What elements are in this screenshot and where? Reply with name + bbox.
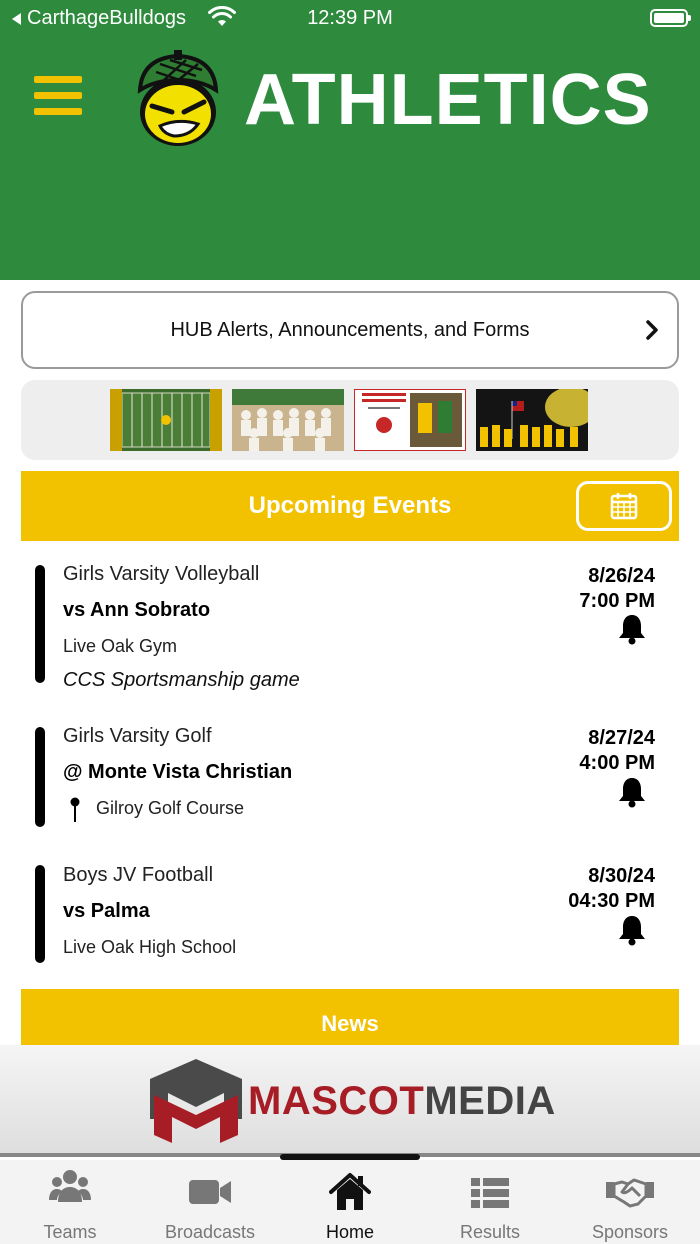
photo-team-entrance[interactable] bbox=[476, 389, 588, 451]
event-item[interactable]: Boys JV Football vs Palma Live Oak High … bbox=[21, 857, 679, 982]
status-time: 12:39 PM bbox=[307, 7, 393, 29]
photo-player-of-the-week[interactable] bbox=[354, 389, 466, 451]
hub-alerts-button[interactable]: HUB Alerts, Announcements, and Forms bbox=[21, 291, 679, 369]
tab-label: Sponsors bbox=[591, 1222, 669, 1242]
bell-icon[interactable] bbox=[617, 776, 647, 808]
calendar-icon bbox=[610, 493, 638, 520]
event-opponent: @ Monte Vista Christian bbox=[63, 761, 293, 783]
list-icon bbox=[471, 1178, 509, 1208]
photo-volleyball-team[interactable] bbox=[232, 389, 344, 451]
tab-label: Results bbox=[459, 1222, 521, 1242]
calendar-button[interactable] bbox=[576, 481, 672, 531]
status-bar: CarthageBulldogs 12:39 PM bbox=[0, 0, 700, 36]
event-opponent: vs Ann Sobrato bbox=[63, 599, 211, 621]
mascot-media-logo-icon bbox=[150, 1059, 242, 1143]
video-camera-icon bbox=[189, 1180, 231, 1204]
tab-home[interactable]: Home bbox=[280, 1160, 420, 1244]
bell-icon[interactable] bbox=[617, 613, 647, 645]
sponsor-brand: MASCOTMEDIA bbox=[248, 1079, 556, 1124]
tab-label: Broadcasts bbox=[164, 1222, 256, 1242]
event-item[interactable]: Girls Varsity Volleyball vs Ann Sobrato … bbox=[21, 555, 679, 705]
event-venue: Live Oak Gym bbox=[63, 636, 178, 656]
event-date: 8/30/24 bbox=[588, 865, 655, 887]
sponsor-brand-part2: MEDIA bbox=[424, 1079, 556, 1123]
event-opponent: vs Palma bbox=[63, 900, 150, 922]
app-root: CarthageBulldogs 12:39 PM ATHLETICS HUB … bbox=[0, 0, 700, 1244]
event-accent-bar bbox=[35, 727, 45, 827]
event-venue: Live Oak High School bbox=[63, 937, 237, 957]
sponsor-brand-part1: MASCOT bbox=[248, 1079, 425, 1123]
bell-icon[interactable] bbox=[617, 914, 647, 946]
header: CarthageBulldogs 12:39 PM ATHLETICS bbox=[0, 0, 700, 280]
sponsor-banner[interactable]: MASCOTMEDIA bbox=[0, 1045, 700, 1157]
photo-football-field[interactable] bbox=[110, 389, 222, 451]
home-icon bbox=[329, 1173, 371, 1210]
tab-sponsors[interactable]: Sponsors bbox=[560, 1160, 700, 1244]
tab-bar: Teams Broadcasts Home Results Sponsors bbox=[0, 1160, 700, 1244]
event-venue: Gilroy Golf Course bbox=[96, 798, 245, 818]
news-header: News bbox=[21, 989, 679, 1045]
tab-label: Teams bbox=[43, 1222, 97, 1242]
battery-icon bbox=[650, 9, 691, 27]
tab-teams[interactable]: Teams bbox=[0, 1160, 140, 1244]
tab-results[interactable]: Results bbox=[420, 1160, 560, 1244]
news-title: News bbox=[321, 1011, 379, 1036]
event-sport: Girls Varsity Volleyball bbox=[63, 563, 260, 585]
event-date: 8/27/24 bbox=[588, 727, 655, 749]
tab-label: Home bbox=[325, 1222, 374, 1242]
photo-carousel[interactable] bbox=[21, 380, 679, 460]
upcoming-events-header: Upcoming Events bbox=[21, 471, 679, 541]
tab-broadcasts[interactable]: Broadcasts bbox=[140, 1160, 280, 1244]
hamburger-menu-icon[interactable] bbox=[34, 76, 82, 118]
handshake-icon bbox=[606, 1178, 654, 1208]
event-datetime: 8/30/24 04:30 PM bbox=[568, 864, 655, 914]
users-icon bbox=[49, 1170, 91, 1202]
page-title: ATHLETICS bbox=[244, 60, 652, 140]
hub-alerts-label: HUB Alerts, Announcements, and Forms bbox=[170, 318, 530, 341]
event-accent-bar bbox=[35, 865, 45, 963]
acorn-mascot-logo bbox=[137, 50, 219, 146]
event-time: 7:00 PM bbox=[579, 590, 655, 612]
event-item[interactable]: Girls Varsity Golf @ Monte Vista Christi… bbox=[21, 717, 679, 842]
event-datetime: 8/26/24 7:00 PM bbox=[579, 564, 655, 614]
event-time: 04:30 PM bbox=[568, 890, 655, 912]
event-date: 8/26/24 bbox=[588, 565, 655, 587]
event-datetime: 8/27/24 4:00 PM bbox=[579, 726, 655, 776]
event-accent-bar bbox=[35, 565, 45, 683]
event-sport: Boys JV Football bbox=[63, 864, 214, 886]
map-pin-icon bbox=[70, 797, 80, 822]
event-note: CCS Sportsmanship game bbox=[63, 669, 300, 691]
event-time: 4:00 PM bbox=[579, 752, 655, 774]
event-sport: Girls Varsity Golf bbox=[63, 725, 212, 747]
chevron-right-icon bbox=[646, 320, 658, 340]
